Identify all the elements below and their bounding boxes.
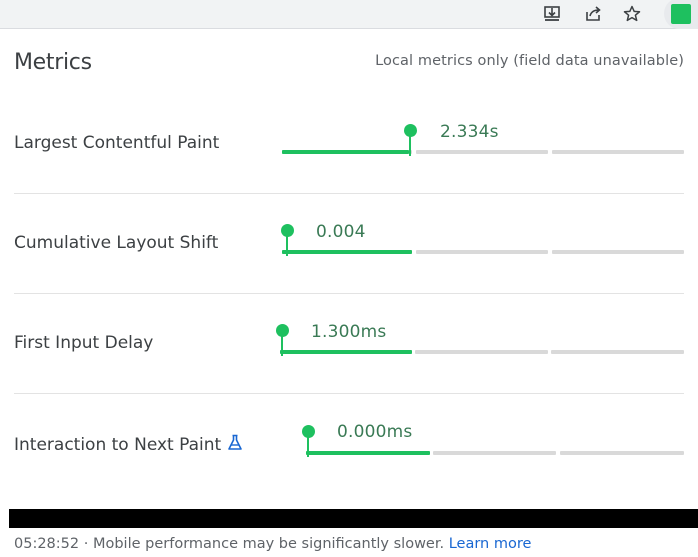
scale-poor-segment: [552, 150, 684, 154]
metric-row-cls: Cumulative Layout Shift 0.004: [14, 194, 684, 294]
extension-button[interactable]: [664, 0, 698, 29]
metric-fill: [306, 451, 430, 455]
footer-note: 05:28:52 · Mobile performance may be sig…: [14, 536, 531, 552]
metric-row-inp: Interaction to Next Paint 0.000ms: [14, 394, 684, 494]
metric-fill: [280, 350, 412, 354]
share-icon[interactable]: [580, 2, 606, 26]
panel-header: Metrics Local metrics only (field data u…: [0, 29, 698, 93]
metric-value: 0.004: [316, 222, 366, 242]
metric-label: Largest Contentful Paint: [14, 133, 220, 153]
learn-more-link[interactable]: Learn more: [449, 536, 532, 552]
metrics-panel: Metrics Local metrics only (field data u…: [0, 0, 698, 557]
data-source-note: Local metrics only (field data unavailab…: [375, 53, 684, 69]
metric-scale: [280, 350, 684, 354]
page-title: Metrics: [14, 50, 92, 75]
footer-separator: ·: [79, 536, 93, 552]
metric-scale: [282, 150, 684, 154]
browser-toolbar: [0, 0, 698, 29]
metric-scale: [282, 250, 684, 254]
scale-poor-segment: [551, 350, 684, 354]
divider-bar: [9, 509, 698, 528]
metric-value: 1.300ms: [311, 322, 387, 342]
timestamp: 05:28:52: [14, 536, 80, 552]
metric-row-lcp: Largest Contentful Paint 2.334s: [14, 94, 684, 194]
metric-value: 2.334s: [440, 122, 499, 142]
star-icon[interactable]: [619, 2, 645, 26]
metric-row-fid: First Input Delay 1.300ms: [14, 294, 684, 394]
experimental-flask-icon[interactable]: [227, 434, 243, 456]
metric-fill: [282, 150, 409, 154]
metric-value: 0.000ms: [337, 422, 413, 442]
scale-needs-improvement-segment: [433, 451, 556, 455]
performance-warning: Mobile performance may be significantly …: [92, 536, 445, 552]
scale-poor-segment: [560, 451, 684, 455]
scale-needs-improvement-segment: [415, 350, 548, 354]
web-vitals-extension-icon: [671, 3, 691, 24]
scale-needs-improvement-segment: [416, 150, 548, 154]
metric-label: First Input Delay: [14, 333, 154, 353]
scale-poor-segment: [552, 250, 684, 254]
metric-label: Interaction to Next Paint: [14, 435, 222, 455]
metric-scale: [306, 451, 684, 455]
metric-label: Cumulative Layout Shift: [14, 233, 219, 253]
metric-fill: [282, 250, 412, 254]
download-icon[interactable]: [539, 2, 565, 26]
scale-needs-improvement-segment: [416, 250, 548, 254]
